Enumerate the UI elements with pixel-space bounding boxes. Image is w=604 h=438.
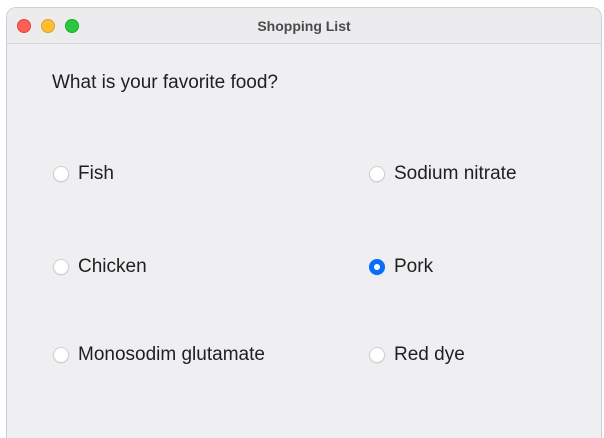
question-label: What is your favorite food? bbox=[52, 72, 278, 93]
option-label: Fish bbox=[78, 163, 114, 184]
title-bar[interactable]: Shopping List bbox=[7, 8, 601, 44]
app-window: Shopping List What is your favorite food… bbox=[6, 7, 602, 438]
radio-option-chicken[interactable]: Chicken bbox=[53, 256, 147, 278]
radio-button[interactable] bbox=[369, 166, 385, 182]
radio-option-red-dye[interactable]: Red dye bbox=[369, 344, 465, 366]
option-label: Monosodim glutamate bbox=[78, 344, 265, 365]
option-label: Red dye bbox=[394, 344, 465, 365]
radio-button[interactable] bbox=[53, 347, 69, 363]
radio-button[interactable] bbox=[53, 259, 69, 275]
option-label: Chicken bbox=[78, 256, 147, 277]
radio-option-pork[interactable]: Pork bbox=[369, 256, 433, 278]
radio-option-sodium-nitrate[interactable]: Sodium nitrate bbox=[369, 163, 517, 185]
radio-button-selected[interactable] bbox=[369, 259, 385, 275]
window-title: Shopping List bbox=[257, 18, 351, 34]
radio-button[interactable] bbox=[369, 347, 385, 363]
radio-option-fish[interactable]: Fish bbox=[53, 163, 114, 185]
radio-option-monosodim-glutamate[interactable]: Monosodim glutamate bbox=[53, 344, 265, 366]
option-label: Pork bbox=[394, 256, 434, 277]
option-label: Sodium nitrate bbox=[394, 163, 517, 184]
radio-button[interactable] bbox=[53, 166, 69, 182]
